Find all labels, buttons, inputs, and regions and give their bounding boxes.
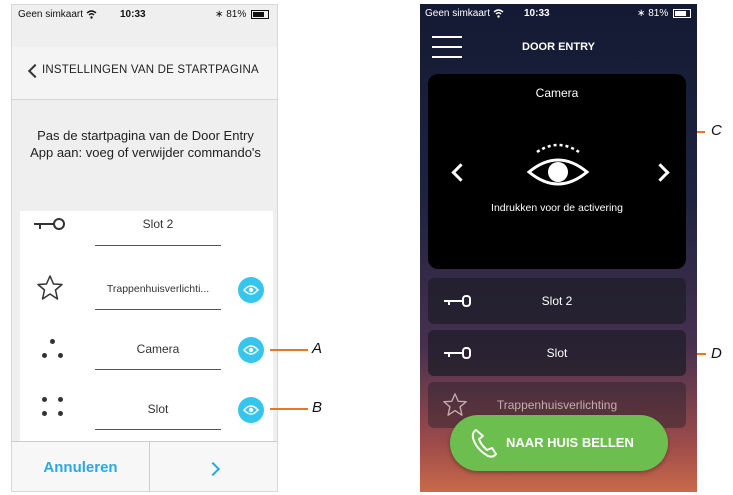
row-label: Camera — [136, 342, 180, 356]
cancel-button[interactable]: Annuleren — [12, 442, 150, 491]
callout-line-b — [270, 408, 308, 410]
list-item[interactable]: Slot 2 — [20, 211, 273, 260]
visibility-toggle-button[interactable] — [238, 397, 264, 423]
row-label: Slot 2 — [142, 217, 174, 231]
back-chevron-icon[interactable] — [27, 63, 43, 79]
row-label: Slot 2 — [541, 294, 573, 308]
hamburger-icon — [432, 36, 462, 38]
wifi-icon — [86, 10, 97, 19]
list-item[interactable]: Trappenhuisverlichti... — [20, 259, 273, 320]
battery-icon — [673, 8, 691, 18]
camera-caption: Indrukken voor de activering — [491, 202, 623, 214]
row-underline — [95, 245, 221, 246]
callout-label-d: D — [711, 345, 722, 362]
previous-chevron-icon[interactable] — [451, 163, 470, 182]
call-button-label: NAAR HUIS BELLEN — [506, 435, 634, 450]
visibility-toggle-button[interactable] — [238, 277, 264, 303]
drag-dots-icon[interactable] — [42, 397, 66, 421]
callout-label-c: C — [711, 122, 722, 139]
description-text: Pas de startpagina van de Door Entry App… — [30, 128, 261, 160]
callout-line-a — [270, 349, 308, 351]
row-label: Trappenhuisverlichti... — [106, 283, 210, 295]
footer-bar: Annuleren — [12, 441, 277, 491]
status-time: 10:33 — [120, 9, 146, 20]
status-carrier: Geen simkaart — [18, 9, 97, 20]
visibility-toggle-button[interactable] — [238, 337, 264, 363]
app-title: DOOR ENTRY — [522, 41, 595, 53]
eye-icon — [243, 285, 259, 295]
row-underline — [95, 429, 221, 430]
hamburger-icon-line — [432, 56, 462, 58]
star-icon — [37, 275, 63, 300]
list-item[interactable]: Camera — [20, 319, 273, 380]
row-label: Slot — [147, 402, 169, 416]
callout-label-a: A — [312, 340, 323, 357]
eye-icon — [243, 345, 259, 355]
wifi-icon — [493, 9, 504, 18]
row-underline — [95, 309, 221, 310]
list-item[interactable]: Slot — [428, 330, 686, 376]
call-home-button[interactable]: NAAR HUIS BELLEN — [450, 415, 668, 471]
bluetooth-icon: ∗ — [215, 9, 224, 20]
battery-icon — [251, 9, 269, 19]
eye-icon[interactable] — [525, 140, 591, 190]
settings-header: INSTELLINGEN VAN DE STARTPAGINA — [12, 47, 277, 100]
page-title: INSTELLINGEN VAN DE STARTPAGINA — [42, 64, 259, 76]
list-item[interactable]: Slot — [20, 379, 273, 442]
camera-panel[interactable]: Camera Indrukken voor de activering — [428, 74, 686, 269]
key-icon — [34, 218, 65, 230]
bluetooth-icon: ∗ — [637, 8, 646, 19]
row-underline — [95, 369, 221, 370]
next-button[interactable] — [150, 442, 277, 491]
callout-label-b: B — [312, 399, 323, 416]
phone-icon — [471, 429, 497, 458]
row-label: Trappenhuisverlichting — [496, 398, 618, 412]
chevron-right-icon — [205, 461, 221, 477]
status-time: 10:33 — [524, 8, 550, 19]
status-battery: ∗ 81% — [637, 8, 691, 19]
right-phone-screen: Geen simkaart 10:33 ∗ 81% DOOR ENTRY Cam… — [420, 4, 697, 492]
list-item[interactable]: Slot 2 — [428, 278, 686, 324]
eye-icon — [243, 405, 259, 415]
drag-dots-icon[interactable] — [42, 339, 66, 363]
left-phone-screen: Geen simkaart 10:33 ∗ 81% INSTELLINGEN V… — [11, 4, 278, 492]
row-label: Slot — [546, 346, 568, 360]
status-battery: ∗ 81% — [215, 9, 269, 20]
status-carrier: Geen simkaart — [425, 8, 504, 19]
next-chevron-icon[interactable] — [651, 163, 670, 182]
camera-title: Camera — [535, 86, 579, 100]
